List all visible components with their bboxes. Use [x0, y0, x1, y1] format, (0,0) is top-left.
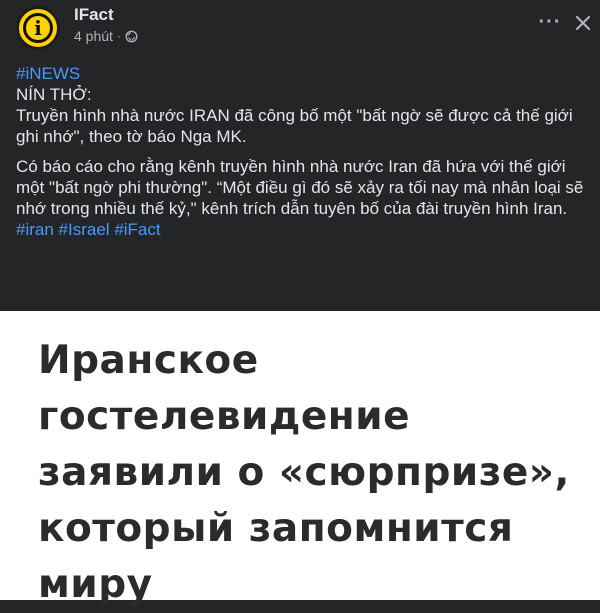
headline-line-3: заявили о «сюрпризе», [38, 450, 570, 495]
post-heading: NÍN THỞ: [16, 85, 92, 104]
more-options-button[interactable]: ··· [536, 10, 564, 34]
post-header: i IFact 4 phút · ··· [0, 0, 600, 56]
page-name[interactable]: IFact [74, 5, 114, 25]
post-image[interactable]: Иранское гостелевидение заявили о «сюрпр… [0, 311, 600, 607]
hashtag-iran[interactable]: #iran [16, 220, 54, 239]
meta-separator: · [116, 29, 121, 43]
post-paragraph-2: Có báo cáo cho rằng kênh truyền hình nhà… [16, 157, 584, 218]
close-icon [575, 15, 591, 31]
post-meta: 4 phút · [74, 28, 138, 44]
hashtag-ifact[interactable]: #iFact [114, 220, 160, 239]
headline-text: Иранское гостелевидение заявили о «сюрпр… [38, 333, 570, 613]
post-time[interactable]: 4 phút [74, 28, 113, 44]
headline-line-2: гостелевидение [38, 394, 411, 439]
post-text: #iNEWS NÍN THỞ: Truyền hình nhà nước IRA… [16, 63, 592, 240]
hashtag-inews[interactable]: #iNEWS [16, 64, 80, 83]
hashtag-israel[interactable]: #Israel [59, 220, 110, 239]
info-logo-icon: i [23, 13, 53, 43]
close-button[interactable] [570, 10, 596, 36]
headline-line-4: который запомнится [38, 506, 514, 551]
headline-line-5: миру [38, 562, 153, 607]
more-horizontal-icon: ··· [538, 10, 562, 33]
globe-icon [125, 30, 138, 43]
headline-line-1: Иранское [38, 338, 259, 383]
post-paragraph-1: Truyền hình nhà nước IRAN đã công bố một… [16, 106, 573, 146]
avatar[interactable]: i [16, 6, 60, 50]
avatar-letter: i [34, 16, 42, 40]
